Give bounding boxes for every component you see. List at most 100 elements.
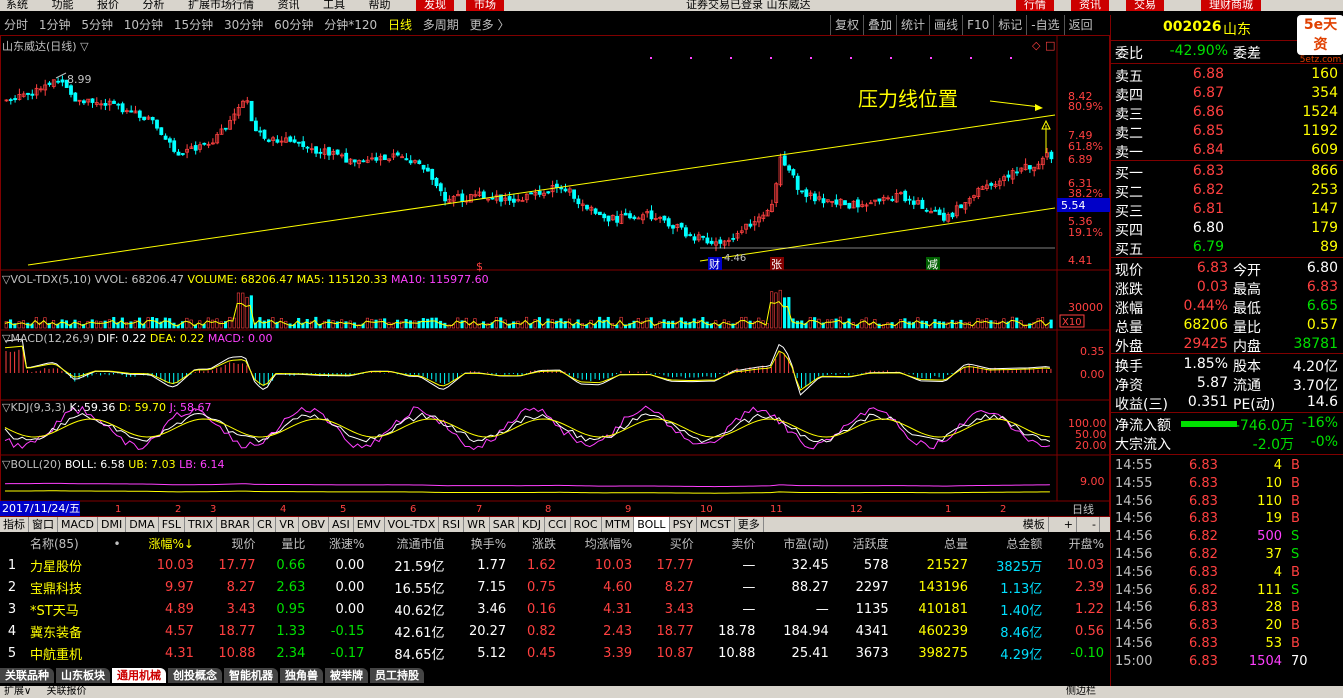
period-5min[interactable]: 5分钟 xyxy=(81,18,113,32)
sell-level[interactable]: 卖三 6.86 1524 xyxy=(1111,104,1343,123)
col-header[interactable]: 活跃度 xyxy=(835,533,895,554)
market-button[interactable]: 市场 xyxy=(466,0,504,11)
menu-help[interactable]: 帮助 xyxy=(369,0,391,10)
col-header[interactable]: 换手% xyxy=(451,533,513,554)
sector-tab-7[interactable]: 员工持股 xyxy=(370,668,424,683)
indicator-tab-14[interactable]: RSI xyxy=(439,517,465,532)
col-header[interactable]: 总量 xyxy=(895,533,974,554)
table-row[interactable]: 3 *ST天马 4.89 3.43 0.95 0.00 40.62亿 3.46 0.16 4.31… xyxy=(0,598,1110,620)
table-row[interactable]: 2 宝鼎科技 9.97 8.27 2.63 0.00 16.55亿 7.15 0.75 4.60 8… xyxy=(0,576,1110,598)
col-header[interactable]: 总金额 xyxy=(974,533,1048,554)
diamond-icon[interactable]: ◇ xyxy=(1032,39,1041,52)
col-header[interactable]: 卖价 xyxy=(700,533,762,554)
indicator-tab-10[interactable]: OBV xyxy=(299,517,329,532)
indicator-tab-12[interactable]: EMV xyxy=(354,517,385,532)
menu-analysis[interactable]: 分析 xyxy=(143,0,165,10)
adjust-button[interactable]: 复权 xyxy=(830,15,863,35)
indicator-tab-23[interactable]: MCST xyxy=(697,517,735,532)
info-button[interactable]: 资讯 xyxy=(1071,0,1109,11)
template-control-0[interactable]: 模板 xyxy=(1020,517,1049,532)
col-header[interactable]: 量比 xyxy=(262,533,312,554)
template-control-1[interactable]: + xyxy=(1061,517,1078,532)
sell-level[interactable]: 卖二 6.85 1192 xyxy=(1111,123,1343,142)
buy-level[interactable]: 买一 6.83 866 xyxy=(1111,163,1343,182)
sector-tab-3[interactable]: 创投概念 xyxy=(168,668,222,683)
col-header[interactable]: 现价 xyxy=(200,533,262,554)
back-button[interactable]: 返回 xyxy=(1063,15,1097,35)
trade-button[interactable]: 交易 xyxy=(1126,0,1164,11)
mall-button[interactable]: 理财商城 xyxy=(1201,0,1261,11)
period-multi[interactable]: 多周期 xyxy=(423,18,459,32)
period-10min[interactable]: 10分钟 xyxy=(124,18,163,32)
sector-tab-5[interactable]: 独角兽 xyxy=(280,668,323,683)
indicator-tab-9[interactable]: VR xyxy=(276,517,299,532)
related-quote-tab[interactable]: 关联报价 xyxy=(47,686,87,697)
buy-level[interactable]: 买五 6.79 89 xyxy=(1111,239,1343,258)
overlay-button[interactable]: 叠加 xyxy=(863,15,896,35)
indicator-tab-21[interactable]: BOLL xyxy=(634,517,670,532)
buy-level[interactable]: 买四 6.80 179 xyxy=(1111,220,1343,239)
col-header[interactable]: 名称(85) xyxy=(30,533,108,554)
sector-tab-4[interactable]: 智能机器 xyxy=(224,668,278,683)
buy-level[interactable]: 买三 6.81 147 xyxy=(1111,201,1343,220)
menu-tools[interactable]: 工具 xyxy=(323,0,345,10)
table-row[interactable]: 5 中航重机 4.31 10.88 2.34 -0.17 84.65亿 5.12 0.45 3.3… xyxy=(0,642,1110,664)
indicator-tab-4[interactable]: DMA xyxy=(126,517,159,532)
table-row[interactable]: 1 力星股份 10.03 17.77 0.66 0.00 21.59亿 1.77 1.62 10.… xyxy=(0,554,1110,576)
col-header[interactable]: • xyxy=(108,533,127,554)
menu-extended-market[interactable]: 扩展市场行情 xyxy=(188,0,254,10)
discover-button[interactable]: 发现 xyxy=(416,0,454,11)
indicator-tab-18[interactable]: CCI xyxy=(545,517,571,532)
indicator-tab-7[interactable]: BRAR xyxy=(217,517,255,532)
period-label[interactable]: 日线 xyxy=(1072,502,1094,516)
indicator-tab-16[interactable]: SAR xyxy=(490,517,520,532)
sell-level[interactable]: 卖一 6.84 609 xyxy=(1111,142,1343,161)
table-row[interactable]: 4 冀东装备 4.57 18.77 1.33 -0.15 42.61亿 20.27 0.82 2.… xyxy=(0,620,1110,642)
draw-line-button[interactable]: 画线 xyxy=(929,15,962,35)
col-header[interactable]: 买价 xyxy=(638,533,700,554)
menu-system[interactable]: 系统 xyxy=(6,0,28,10)
col-header[interactable]: 市盈(动) xyxy=(761,533,834,554)
indicator-tab-3[interactable]: DMI xyxy=(98,517,127,532)
indicator-tab-6[interactable]: TRIX xyxy=(185,517,218,532)
square-icon[interactable]: □ xyxy=(1045,39,1055,52)
period-timeshare[interactable]: 分时 xyxy=(4,18,28,32)
indicator-tab-2[interactable]: MACD xyxy=(58,517,98,532)
indicator-tab-22[interactable]: PSY xyxy=(670,517,697,532)
mark-button[interactable]: 标记 xyxy=(993,15,1026,35)
event-marker-reduce[interactable]: 减 xyxy=(927,258,938,271)
f10-button[interactable]: F10 xyxy=(962,15,993,35)
period-30min[interactable]: 30分钟 xyxy=(224,18,263,32)
watchlist-button[interactable]: -自选 xyxy=(1026,15,1063,35)
indicator-tab-20[interactable]: MTM xyxy=(602,517,635,532)
event-marker-finance[interactable]: 财 xyxy=(709,257,720,271)
indicator-tab-24[interactable]: 更多 xyxy=(735,517,764,532)
col-header[interactable]: 涨跌 xyxy=(512,533,562,554)
event-marker-dividend[interactable]: $ xyxy=(476,260,483,273)
indicator-tab-13[interactable]: VOL-TDX xyxy=(385,517,440,532)
indicator-tab-1[interactable]: 窗口 xyxy=(29,517,58,532)
period-1min[interactable]: 1分钟 xyxy=(39,18,71,32)
sell-level[interactable]: 卖五 6.88 160 xyxy=(1111,66,1343,85)
sector-tab-6[interactable]: 被举牌 xyxy=(325,668,368,683)
stats-button[interactable]: 统计 xyxy=(896,15,929,35)
menu-quote[interactable]: 报价 xyxy=(97,0,119,10)
sector-tab-1[interactable]: 山东板块 xyxy=(56,668,110,683)
period-daily[interactable]: 日线 xyxy=(388,18,412,32)
indicator-tab-19[interactable]: ROC xyxy=(571,517,602,532)
col-header[interactable]: 开盘% xyxy=(1048,533,1110,554)
indicator-tab-0[interactable]: 指标 xyxy=(0,517,29,532)
quote-button[interactable]: 行情 xyxy=(1016,0,1054,11)
period-60min[interactable]: 60分钟 xyxy=(274,18,313,32)
col-header[interactable]: 均涨幅% xyxy=(562,533,638,554)
indicator-tab-5[interactable]: FSL xyxy=(159,517,185,532)
period-120min[interactable]: 分钟*120 xyxy=(324,18,377,32)
pressure-trendline[interactable] xyxy=(27,114,1056,266)
sector-tab-2[interactable]: 通用机械 xyxy=(112,668,166,683)
col-header[interactable]: 涨速% xyxy=(311,533,370,554)
sidebar-toggle[interactable]: 侧边栏 xyxy=(1066,686,1096,698)
extend-tab[interactable]: 扩展∨ xyxy=(4,686,31,697)
indicator-tab-17[interactable]: KDJ xyxy=(519,517,545,532)
period-15min[interactable]: 15分钟 xyxy=(174,18,213,32)
menu-info[interactable]: 资讯 xyxy=(278,0,300,10)
